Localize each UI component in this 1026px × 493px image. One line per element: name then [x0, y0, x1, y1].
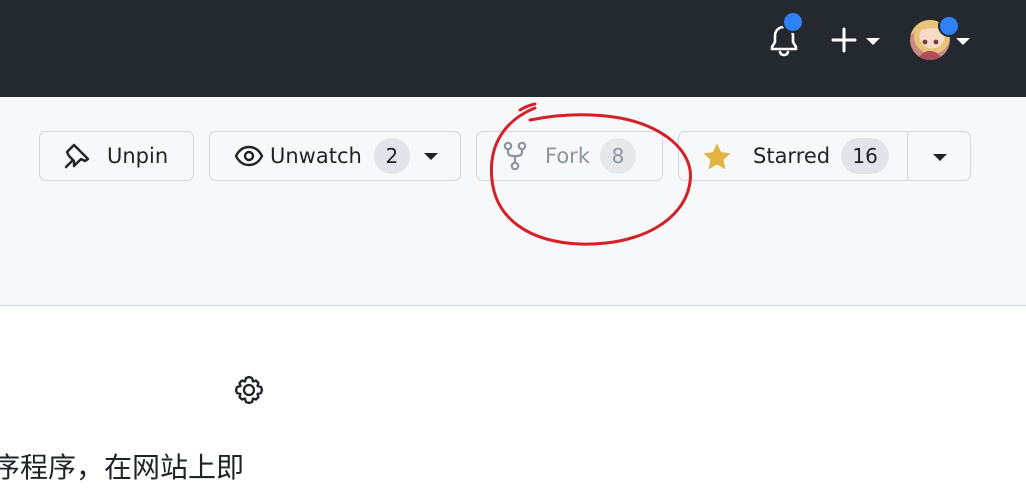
stargazers-count[interactable]: 16: [841, 138, 890, 174]
about-settings-button[interactable]: [232, 373, 266, 411]
starred-button-group: Starred 16: [678, 131, 971, 181]
plus-icon: [831, 27, 857, 53]
starred-label[interactable]: Starred: [753, 144, 830, 168]
red-circle-annotation: [489, 102, 692, 246]
gear-icon: [234, 375, 264, 405]
star-fill-icon[interactable]: [701, 142, 733, 170]
notification-indicator: [782, 11, 804, 33]
unwatch-label: Unwatch: [270, 144, 362, 168]
unpin-label: Unpin: [107, 144, 169, 168]
pin-icon: [62, 142, 92, 170]
create-new-button[interactable]: [830, 26, 884, 56]
repo-description: 序程序，在网站上即: [0, 451, 245, 484]
unwatch-button[interactable]: Unwatch 2: [209, 131, 461, 181]
watchers-count: 2: [373, 138, 410, 174]
button-divider: [907, 132, 908, 180]
chevron-down-icon: [423, 152, 438, 160]
unpin-button[interactable]: Unpin: [39, 131, 194, 181]
global-header: [0, 0, 1026, 97]
eye-icon: [234, 144, 264, 168]
avatar-menu-chevron-icon[interactable]: [956, 38, 970, 45]
chevron-down-icon: [866, 38, 880, 45]
star-lists-chevron-icon[interactable]: [933, 154, 947, 161]
avatar-status-indicator: [938, 15, 960, 37]
